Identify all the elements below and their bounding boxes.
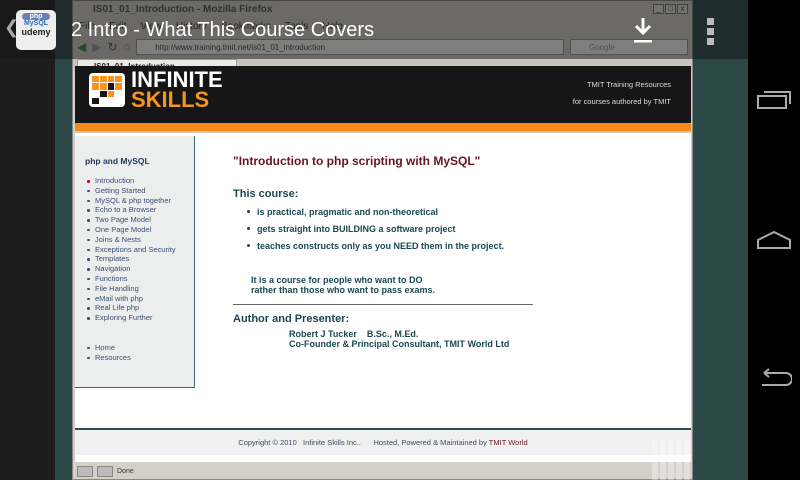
close-button[interactable]: x <box>677 4 688 14</box>
sidebar-item[interactable]: Navigation <box>85 264 184 274</box>
window-controls: _ □ x <box>653 4 688 14</box>
sidebar-item[interactable]: MySQL & php together <box>85 196 184 206</box>
status-icon <box>77 465 93 477</box>
orange-band <box>75 123 691 133</box>
menu-history[interactable]: History <box>176 21 207 33</box>
maximize-button[interactable]: □ <box>665 4 676 14</box>
bullet: is practical, pragmatic and non-theoreti… <box>247 207 543 217</box>
author-info: Robert J Tucker B.Sc., M.Ed. Co-Founder &… <box>289 329 510 349</box>
logo-text: INFINITE SKILLS <box>131 67 223 112</box>
web-page: INFINITE SKILLS TMIT Training Resources fo… <box>75 66 691 462</box>
menu-file[interactable]: File <box>79 21 95 33</box>
footer: Copyright © 2010 Infinite Skills Inc.. H… <box>75 430 691 455</box>
forward-icon[interactable]: ▶ <box>92 40 101 54</box>
logo-icon <box>89 73 125 107</box>
sidebar-item[interactable]: File Handling <box>85 284 184 294</box>
recent-apps-button[interactable] <box>756 85 792 115</box>
sidebar-links: Home Resources <box>85 343 184 363</box>
back-icon[interactable]: ◀ <box>77 40 86 54</box>
sidebar-link[interactable]: Resources <box>85 353 184 363</box>
menu-bookmarks[interactable]: Bookmarks <box>221 21 271 33</box>
status-text: Done <box>117 467 134 475</box>
sidebar-item[interactable]: Real Life php <box>85 303 184 313</box>
back-button[interactable] <box>756 364 792 394</box>
left-panel <box>0 0 55 480</box>
sidebar-item[interactable]: Joins & Nests <box>85 235 184 245</box>
android-nav-bar <box>748 0 800 480</box>
navigation-toolbar: ◀ ▶ ↻ ⌂ http://www.training.tmit.net/is0… <box>73 35 692 59</box>
window-title: IS01_01_Introduction - Mozilla Firefox <box>73 1 692 19</box>
menu-bar: File Edit View History Bookmarks Tools H… <box>73 19 692 35</box>
sidebar-item[interactable]: Echo to a Browser <box>85 205 184 215</box>
sidebar-item[interactable]: Exploring Further <box>85 313 184 323</box>
sidebar-title: php and MySQL <box>85 156 150 166</box>
sidebar-item[interactable]: Two Page Model <box>85 215 184 225</box>
back-icon <box>762 368 792 386</box>
download-icon[interactable] <box>632 16 654 49</box>
divider <box>233 304 533 305</box>
home-button[interactable] <box>756 225 792 255</box>
main-content: "Introduction to php scripting with MySQ… <box>233 154 543 349</box>
sidebar-item[interactable]: Templates <box>85 254 184 264</box>
browser-window: IS01_01_Introduction - Mozilla Firefox _… <box>72 0 693 480</box>
sidebar-list: Introduction Getting Started MySQL & php t… <box>85 176 184 323</box>
sidebar-item[interactable]: Exceptions and Security <box>85 245 184 255</box>
header-tagline: TMIT Training Resources for courses autho… <box>572 80 671 106</box>
author-heading: Author and Presenter: <box>233 313 350 325</box>
sidebar-item[interactable]: eMail with php <box>85 294 184 304</box>
menu-help[interactable]: Help <box>322 21 343 33</box>
status-bar: Done <box>75 464 691 478</box>
url-input[interactable]: http://www.training.tmit.net/is01_01_int… <box>136 39 564 55</box>
sidebar: php and MySQL Introduction Getting Starte… <box>75 136 195 388</box>
site-header: INFINITE SKILLS TMIT Training Resources fo… <box>75 66 691 123</box>
menu-tools[interactable]: Tools <box>285 21 308 33</box>
status-icon <box>97 465 113 477</box>
sidebar-item[interactable]: Functions <box>85 274 184 284</box>
sidebar-item[interactable]: Getting Started <box>85 186 184 196</box>
recent-apps-icon <box>757 91 791 109</box>
app-icon[interactable]: php MySQL udemy <box>16 10 56 50</box>
home-icon <box>757 230 791 249</box>
menu-view[interactable]: View <box>140 21 162 33</box>
overflow-menu-icon[interactable] <box>707 18 714 45</box>
course-heading: This course: <box>233 188 299 200</box>
search-input[interactable]: Google <box>570 39 688 55</box>
page-title: "Introduction to php scripting with MySQ… <box>233 154 481 168</box>
minimize-button[interactable]: _ <box>653 4 664 14</box>
sidebar-item[interactable]: One Page Model <box>85 225 184 235</box>
sidebar-item[interactable]: Introduction <box>85 176 184 186</box>
sidebar-link[interactable]: Home <box>85 343 184 353</box>
bullet: teaches constructs only as you NEED them… <box>247 241 543 251</box>
reload-icon[interactable]: ↻ <box>107 40 117 54</box>
course-description: It is a course for people who want to DO… <box>251 275 436 295</box>
tmit-link[interactable]: TMIT World <box>489 438 528 447</box>
home-icon[interactable]: ⌂ <box>124 41 131 53</box>
menu-edit[interactable]: Edit <box>109 21 126 33</box>
bullet: gets straight into BUILDING a software p… <box>247 224 543 234</box>
